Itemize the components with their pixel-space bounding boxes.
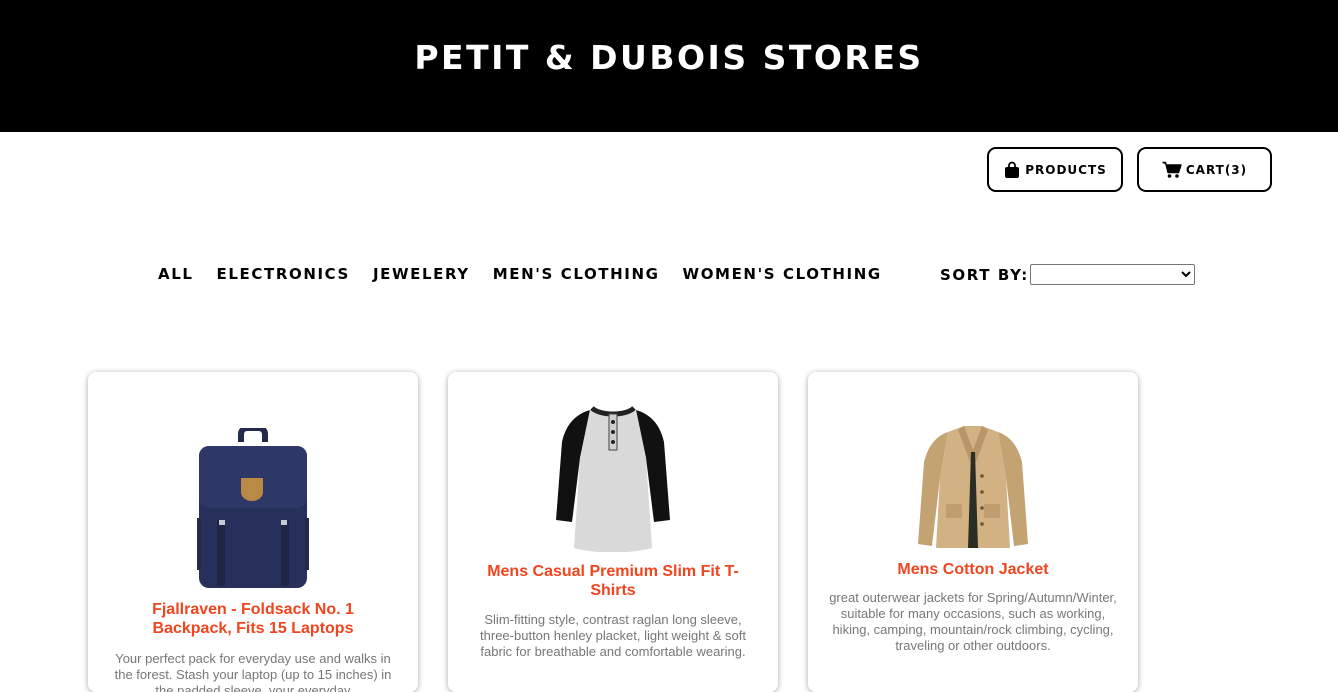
cart-icon (1162, 161, 1182, 178)
category-mens-clothing[interactable]: MEN'S CLOTHING (493, 264, 660, 284)
product-title[interactable]: Mens Cotton Jacket (838, 560, 1108, 579)
sort-control: SORT BY: (940, 264, 1195, 285)
product-description: great outerwear jackets for Spring/Autum… (829, 590, 1117, 653)
cotton-jacket-icon (918, 426, 1028, 548)
product-image (88, 428, 418, 590)
cart-button[interactable]: CART(3) (1137, 147, 1272, 192)
backpack-icon (197, 428, 309, 588)
product-card[interactable]: Mens Casual Premium Slim Fit T-Shirts Sl… (448, 372, 778, 692)
sort-label: SORT BY: (940, 265, 1029, 284)
product-title[interactable]: Mens Casual Premium Slim Fit T-Shirts (478, 562, 748, 600)
product-image (448, 402, 778, 552)
shopping-bag-icon (1005, 161, 1020, 178)
product-card[interactable]: Fjallraven - Foldsack No. 1 Backpack, Fi… (88, 372, 418, 692)
product-card[interactable]: Mens Cotton Jacket great outerwear jacke… (808, 372, 1138, 692)
category-all[interactable]: ALL (158, 264, 194, 284)
product-description: Your perfect pack for everyday use and w… (114, 651, 392, 692)
store-header: PETIT & DUBOIS STORES (0, 0, 1338, 132)
cart-label: CART(3) (1185, 162, 1248, 177)
category-filter-bar: ALL ELECTRONICS JEWELERY MEN'S CLOTHING … (158, 264, 882, 284)
category-jewelery[interactable]: JEWELERY (373, 264, 470, 284)
category-womens-clothing[interactable]: WOMEN'S CLOTHING (683, 264, 882, 284)
product-image (808, 422, 1138, 552)
sort-select[interactable] (1029, 264, 1195, 285)
products-button[interactable]: PRODUCTS (987, 147, 1123, 192)
store-title: PETIT & DUBOIS STORES (414, 37, 924, 77)
product-description: Slim-fitting style, contrast raglan long… (480, 612, 746, 659)
category-electronics[interactable]: ELECTRONICS (217, 264, 350, 284)
product-title[interactable]: Fjallraven - Foldsack No. 1 Backpack, Fi… (118, 600, 388, 638)
raglan-tshirt-icon (556, 405, 670, 552)
products-label: PRODUCTS (1025, 162, 1107, 177)
